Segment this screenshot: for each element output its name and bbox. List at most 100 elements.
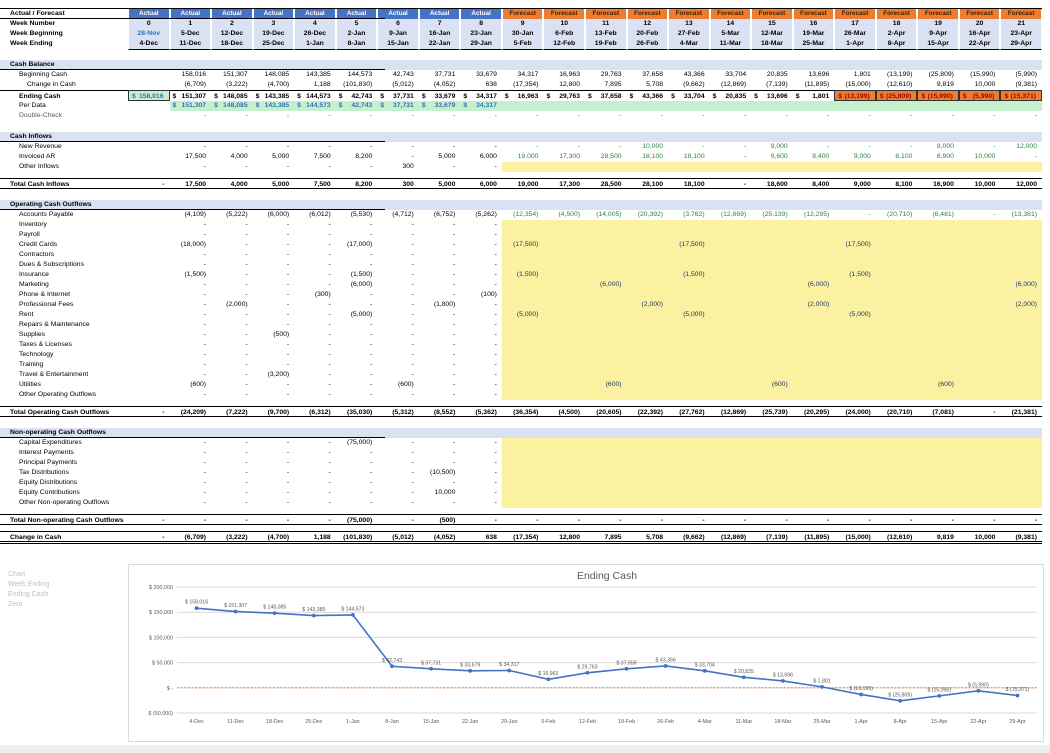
- week-header-cell[interactable]: 13-Feb: [585, 29, 627, 39]
- cell[interactable]: $ (5,990): [958, 90, 1001, 101]
- cell[interactable]: [128, 360, 170, 370]
- cell[interactable]: [958, 320, 1001, 330]
- cell[interactable]: -: [419, 142, 461, 152]
- cell[interactable]: [502, 428, 544, 438]
- cell[interactable]: [128, 330, 170, 340]
- cell[interactable]: [958, 290, 1001, 300]
- cell[interactable]: [627, 428, 669, 438]
- cell[interactable]: [917, 60, 959, 70]
- cell[interactable]: [709, 162, 752, 172]
- cell[interactable]: [543, 101, 585, 111]
- cell[interactable]: [1000, 101, 1042, 111]
- cell[interactable]: [834, 320, 876, 330]
- cell[interactable]: [917, 488, 959, 498]
- cell[interactable]: $143,385: [252, 90, 295, 101]
- cell[interactable]: -: [294, 390, 336, 400]
- cell[interactable]: [543, 60, 585, 70]
- row-label[interactable]: New Revenue: [0, 142, 128, 152]
- cell[interactable]: [917, 448, 959, 458]
- cell[interactable]: (101,830): [336, 80, 378, 90]
- cell[interactable]: [792, 220, 835, 230]
- cell[interactable]: [958, 370, 1001, 380]
- cell[interactable]: 12,800: [543, 80, 585, 90]
- cell[interactable]: (5,000): [834, 310, 876, 320]
- cell[interactable]: [585, 260, 627, 270]
- cell[interactable]: -: [169, 514, 212, 525]
- cell[interactable]: [501, 360, 544, 370]
- cell[interactable]: [419, 200, 461, 210]
- week-header-cell[interactable]: 13: [668, 19, 710, 29]
- week-header-cell[interactable]: 23-Jan: [460, 29, 502, 39]
- cell[interactable]: $34,317: [460, 90, 502, 101]
- cell[interactable]: 8,100: [875, 178, 918, 189]
- cell[interactable]: [751, 290, 793, 300]
- cell[interactable]: [501, 350, 544, 360]
- row-label[interactable]: Change in Cash: [0, 531, 128, 544]
- cell[interactable]: -: [170, 300, 212, 310]
- cell[interactable]: [917, 200, 959, 210]
- cell[interactable]: [128, 300, 170, 310]
- cell[interactable]: [626, 101, 669, 111]
- cell[interactable]: (6,481): [917, 210, 959, 220]
- cell[interactable]: -: [170, 390, 212, 400]
- cell[interactable]: (17,354): [501, 531, 544, 544]
- cell[interactable]: [668, 280, 710, 290]
- cell[interactable]: -: [460, 514, 502, 525]
- cell[interactable]: [958, 162, 1001, 172]
- cell[interactable]: (12,869): [710, 80, 752, 90]
- cell[interactable]: [626, 448, 669, 458]
- cell[interactable]: [626, 340, 669, 350]
- cell[interactable]: -: [211, 320, 253, 330]
- cell[interactable]: [419, 428, 461, 438]
- cell[interactable]: 34,317: [502, 70, 544, 80]
- cell[interactable]: [751, 498, 793, 508]
- cell[interactable]: [834, 340, 876, 350]
- cell[interactable]: [626, 290, 669, 300]
- cell[interactable]: [917, 260, 959, 270]
- cell[interactable]: -: [253, 270, 295, 280]
- row-label[interactable]: Travel & Entertainment: [0, 370, 128, 380]
- cell[interactable]: [668, 488, 710, 498]
- cell[interactable]: (300): [294, 290, 336, 300]
- cell[interactable]: -: [626, 514, 669, 525]
- cell[interactable]: [128, 390, 170, 400]
- cell[interactable]: (6,709): [170, 80, 212, 90]
- cell[interactable]: -: [211, 468, 253, 478]
- cell[interactable]: [958, 390, 1001, 400]
- cell[interactable]: [834, 498, 876, 508]
- cell[interactable]: -: [294, 350, 336, 360]
- cell[interactable]: [501, 458, 544, 468]
- cell[interactable]: (13,199): [876, 70, 918, 80]
- week-header-cell[interactable]: 12-Dec: [211, 29, 253, 39]
- week-header-cell[interactable]: 21: [1000, 19, 1042, 29]
- cell[interactable]: $42,743: [335, 90, 378, 101]
- cell[interactable]: [917, 230, 959, 240]
- cell[interactable]: -: [294, 320, 336, 330]
- cell[interactable]: [917, 370, 959, 380]
- cell[interactable]: (6,000): [253, 210, 295, 220]
- cell[interactable]: -: [419, 290, 461, 300]
- cell[interactable]: [585, 498, 627, 508]
- cell[interactable]: [543, 290, 585, 300]
- cell[interactable]: [626, 438, 669, 448]
- cell[interactable]: [668, 438, 710, 448]
- week-header-cell[interactable]: 11: [585, 19, 627, 29]
- cell[interactable]: [543, 330, 585, 340]
- cell[interactable]: $20,835: [709, 90, 752, 101]
- cell[interactable]: [917, 280, 959, 290]
- week-header-cell[interactable]: 16-Jan: [418, 29, 461, 39]
- cell[interactable]: [543, 448, 585, 458]
- cell[interactable]: [875, 498, 918, 508]
- cell[interactable]: [958, 330, 1001, 340]
- cell[interactable]: [917, 101, 959, 111]
- cell[interactable]: -: [253, 380, 295, 390]
- cell[interactable]: [128, 370, 170, 380]
- row-label[interactable]: Equity Contributions: [0, 488, 128, 498]
- cell[interactable]: -: [377, 448, 419, 458]
- cell[interactable]: (24,209): [169, 406, 212, 417]
- cell[interactable]: -: [668, 514, 710, 525]
- cell[interactable]: 9,819: [917, 80, 959, 90]
- cell[interactable]: -: [543, 142, 585, 152]
- cell[interactable]: [501, 162, 544, 172]
- cell[interactable]: (6,000): [1000, 280, 1042, 290]
